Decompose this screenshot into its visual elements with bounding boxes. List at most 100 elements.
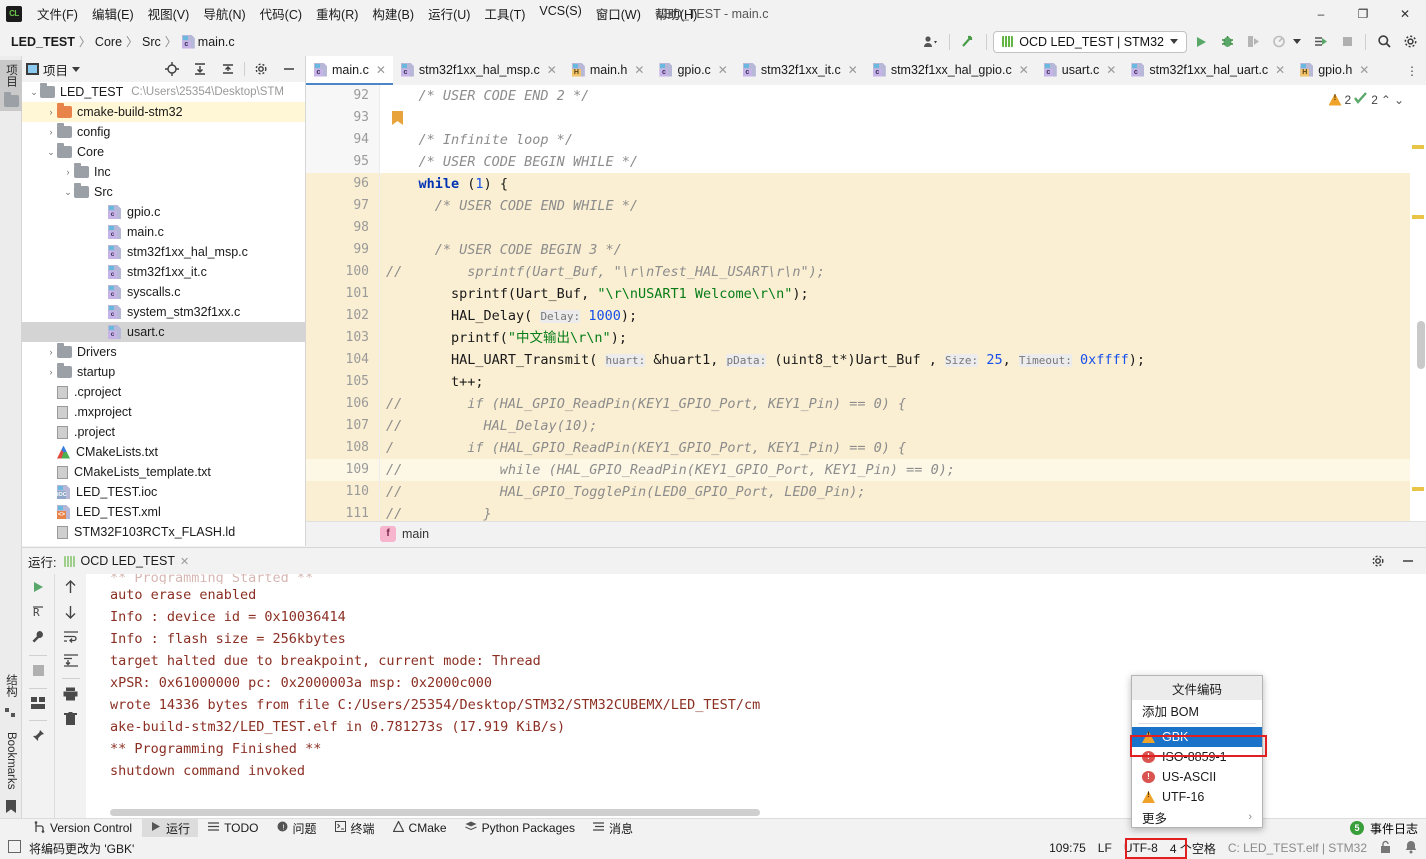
chevron-down-icon[interactable]: ⌄ <box>62 187 74 198</box>
menu-item-7[interactable]: 运行(U) <box>421 0 477 27</box>
caret-position[interactable]: 109:75 <box>1049 841 1086 855</box>
line-number[interactable]: 96− <box>306 173 379 195</box>
line-number[interactable]: 95 <box>306 151 379 173</box>
code-line[interactable]: /* USER CODE BEGIN WHILE */ <box>380 151 1410 173</box>
wrench-icon[interactable] <box>31 630 45 647</box>
line-number[interactable]: 104 <box>306 349 379 371</box>
chevron-right-icon[interactable]: › <box>45 367 57 377</box>
editor-gutter[interactable]: 9293949596−97989910010110210310410510610… <box>306 85 380 546</box>
settings-icon[interactable] <box>1366 550 1390 572</box>
menu-item-8[interactable]: 工具(T) <box>477 0 532 27</box>
hide-icon[interactable] <box>277 58 301 80</box>
stop-icon[interactable] <box>1335 31 1359 53</box>
code-line[interactable]: / if (HAL_GPIO_ReadPin(KEY1_GPIO_Port, K… <box>380 437 1410 459</box>
tree-node[interactable]: ›cmake-build-stm32 <box>22 102 305 122</box>
layout-icon[interactable] <box>31 697 45 712</box>
line-number[interactable]: 105 <box>306 371 379 393</box>
line-number[interactable]: 93 <box>306 107 379 129</box>
close-icon[interactable]: ✕ <box>374 63 386 77</box>
settings-icon[interactable] <box>249 58 273 80</box>
chevron-right-icon[interactable]: › <box>45 107 57 117</box>
menu-item-5[interactable]: 重构(R) <box>309 0 365 27</box>
encoding-option-us-ascii[interactable]: US-ASCII <box>1132 767 1262 787</box>
menu-item-4[interactable]: 代码(C) <box>253 0 309 27</box>
run-icon[interactable] <box>1189 31 1213 53</box>
attach-icon[interactable] <box>1309 31 1333 53</box>
tree-node[interactable]: .cproject <box>22 382 305 402</box>
chevron-right-icon[interactable]: › <box>62 167 74 177</box>
prev-problem-icon[interactable]: ⌃ <box>1381 93 1391 107</box>
console-horizontal-scrollbar[interactable] <box>110 809 760 816</box>
encoding-option-iso-8859-1[interactable]: ISO-8859-1 <box>1132 747 1262 767</box>
code-line[interactable]: /* USER CODE END WHILE */ <box>380 195 1410 217</box>
breadcrumb-item-0[interactable]: LED_TEST <box>8 33 78 51</box>
line-number[interactable]: 107 <box>306 415 379 437</box>
close-icon[interactable]: ✕ <box>180 555 189 568</box>
code-line[interactable]: /* Infinite loop */ <box>380 129 1410 151</box>
code-line[interactable]: /* USER CODE END 2 */ <box>380 85 1410 107</box>
editor-tab-gpio-c[interactable]: gpio.c✕ <box>651 56 734 85</box>
run-coverage-icon[interactable] <box>1241 31 1265 53</box>
menu-item-3[interactable]: 导航(N) <box>196 0 252 27</box>
minimize-button[interactable]: – <box>1300 0 1342 27</box>
scroll-end-icon[interactable] <box>64 654 78 670</box>
editor-code-area[interactable]: /* USER CODE END 2 */ /* Infinite loop *… <box>380 85 1410 546</box>
line-number[interactable]: 97 <box>306 195 379 217</box>
project-chevron-down-icon[interactable] <box>72 67 80 72</box>
next-problem-icon[interactable]: ⌄ <box>1394 93 1404 107</box>
project-tree[interactable]: ⌄LED_TESTC:\Users\25354\Desktop\STM›cmak… <box>22 82 305 546</box>
line-number[interactable]: 109 <box>306 459 379 481</box>
tree-node[interactable]: LED_TEST.xml <box>22 502 305 522</box>
build-target[interactable]: C: LED_TEST.elf | STM32 <box>1228 841 1367 855</box>
updates-icon[interactable] <box>956 31 980 53</box>
indent-setting[interactable]: 4 个空格 <box>1170 840 1216 857</box>
chevron-right-icon[interactable]: › <box>45 347 57 357</box>
rerun-failed-icon[interactable]: R <box>31 605 45 622</box>
line-number[interactable]: 101 <box>306 283 379 305</box>
chevron-right-icon[interactable]: › <box>45 127 57 137</box>
inspection-widget[interactable]: 2 2 ⌃ ⌄ <box>1290 85 1410 114</box>
line-separator[interactable]: LF <box>1098 841 1112 855</box>
encoding-option-utf-16[interactable]: UTF-16 <box>1132 787 1262 807</box>
tree-node[interactable]: ⌄Core <box>22 142 305 162</box>
bottom-tab---[interactable]: 消息 <box>585 818 641 839</box>
code-line[interactable]: t++; <box>380 371 1410 393</box>
debug-icon[interactable] <box>1215 31 1239 53</box>
code-line[interactable]: // HAL_Delay(10); <box>380 415 1410 437</box>
tree-node[interactable]: .project <box>22 422 305 442</box>
settings-icon[interactable] <box>1398 31 1422 53</box>
code-line[interactable] <box>380 107 1410 129</box>
expand-all-icon[interactable] <box>188 58 212 80</box>
code-line[interactable]: while (1) { <box>380 173 1410 195</box>
editor-tab-gpio-h[interactable]: gpio.h✕ <box>1292 56 1376 85</box>
bottom-tab---[interactable]: 终端 <box>327 818 383 839</box>
profile-chevron-down-icon[interactable] <box>1293 39 1301 44</box>
line-number[interactable]: 100 <box>306 261 379 283</box>
breadcrumb-item-2[interactable]: Src <box>139 33 164 51</box>
maximize-button[interactable]: ❐ <box>1342 0 1384 27</box>
event-log-label[interactable]: 事件日志 <box>1370 820 1418 837</box>
tree-node[interactable]: syscalls.c <box>22 282 305 302</box>
account-icon[interactable] <box>919 31 943 53</box>
menu-item-0[interactable]: 文件(F) <box>30 0 85 27</box>
code-line[interactable]: // HAL_GPIO_TogglePin(LED0_GPIO_Port, LE… <box>380 481 1410 503</box>
bottom-tab-python-packages[interactable]: Python Packages <box>457 819 583 837</box>
close-icon[interactable]: ✕ <box>1104 63 1116 77</box>
code-line[interactable]: printf("中文输出\r\n"); <box>380 327 1410 349</box>
tree-node[interactable]: ⌄Src <box>22 182 305 202</box>
code-line[interactable]: HAL_UART_Transmit( huart: &huart1, pData… <box>380 349 1410 371</box>
line-number[interactable]: 94 <box>306 129 379 151</box>
close-button[interactable]: ✕ <box>1384 0 1426 27</box>
code-editor[interactable]: 9293949596−97989910010110210310410510610… <box>306 85 1426 546</box>
bottom-tab-cmake[interactable]: CMake <box>385 819 455 837</box>
trash-icon[interactable] <box>64 712 77 729</box>
tree-node[interactable]: CMakeLists_template.txt <box>22 462 305 482</box>
editor-scrollbar[interactable] <box>1410 85 1426 546</box>
code-line[interactable]: // sprintf(Uart_Buf, "\r\nTest_HAL_USART… <box>380 261 1410 283</box>
code-line[interactable] <box>380 217 1410 239</box>
code-line[interactable]: sprintf(Uart_Buf, "\r\nUSART1 Welcome\r\… <box>380 283 1410 305</box>
tree-node[interactable]: ›Drivers <box>22 342 305 362</box>
tree-node[interactable]: .mxproject <box>22 402 305 422</box>
editor-tab-stm32f1xx-hal-msp-c[interactable]: stm32f1xx_hal_msp.c✕ <box>393 56 564 85</box>
line-number[interactable]: 98 <box>306 217 379 239</box>
